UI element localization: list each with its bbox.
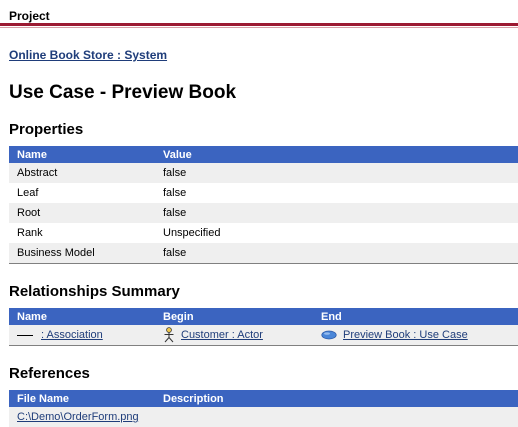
table-row: Leaf false [9,183,518,203]
property-name: Leaf [9,183,155,203]
property-value: Unspecified [155,223,518,243]
actor-icon [164,327,174,343]
relationships-title: Relationships Summary [9,283,180,300]
relationship-end-cell: Preview Book : Use Case [313,325,518,346]
property-name: Abstract [9,163,155,183]
properties-table: Name Value Abstract false Leaf false Roo… [9,146,518,264]
reference-file-cell: C:\Demo\OrderForm.png [9,407,155,427]
reference-file-link[interactable]: C:\Demo\OrderForm.png [17,411,139,423]
properties-col-value: Value [155,146,518,163]
use-case-icon [321,330,337,340]
properties-header-row: Name Value [9,146,518,163]
references-col-description: Description [155,390,518,407]
relationships-table: Name Begin End : Association Customer : … [9,308,518,346]
table-row: : Association Customer : Actor Preview B… [9,325,518,346]
property-value: false [155,243,518,264]
reference-description [155,407,518,427]
association-line-icon [17,334,33,336]
references-title: References [9,365,90,382]
property-value: false [155,163,518,183]
properties-col-name: Name [9,146,155,163]
header-label: Project [9,9,50,23]
property-name: Rank [9,223,155,243]
page-title: Use Case - Preview Book [9,82,237,103]
property-value: false [155,183,518,203]
references-header-row: File Name Description [9,390,518,407]
header-rule [0,23,518,26]
references-col-file-name: File Name [9,390,155,407]
relationship-name-cell: : Association [9,325,155,346]
relationships-col-name: Name [9,308,155,325]
header-rule-secondary [0,27,518,28]
table-row: Root false [9,203,518,223]
table-row: Abstract false [9,163,518,183]
relationships-col-end: End [313,308,518,325]
property-name: Business Model [9,243,155,264]
association-link[interactable]: : Association [41,329,103,341]
property-name: Root [9,203,155,223]
table-row: Business Model false [9,243,518,264]
references-table: File Name Description C:\Demo\OrderForm.… [9,390,518,427]
relationships-header-row: Name Begin End [9,308,518,325]
property-value: false [155,203,518,223]
properties-title: Properties [9,121,84,138]
table-row: C:\Demo\OrderForm.png [9,407,518,427]
use-case-link[interactable]: Preview Book : Use Case [343,329,468,341]
system-link[interactable]: Online Book Store : System [9,48,167,62]
actor-link[interactable]: Customer : Actor [181,329,263,341]
relationship-begin-cell: Customer : Actor [155,325,313,346]
table-row: Rank Unspecified [9,223,518,243]
relationships-col-begin: Begin [155,308,313,325]
